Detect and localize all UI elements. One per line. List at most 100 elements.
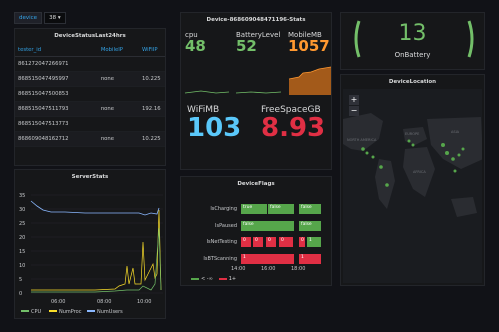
map-marker[interactable] xyxy=(361,147,365,151)
map-marker[interactable] xyxy=(371,155,375,159)
europe-shape xyxy=(403,127,427,145)
legend-label[interactable]: NumUsers xyxy=(97,309,123,315)
battery-stat: BatteryLevel 52 xyxy=(236,31,280,54)
flag-cell: 0 xyxy=(279,237,293,247)
device-status-panel: DeviceStatusLast24hrs tester_id MobileIP… xyxy=(14,28,166,166)
stats-sparklines xyxy=(184,66,331,95)
flag-cell: false xyxy=(299,204,321,214)
x-tick: 06:00 xyxy=(51,299,65,305)
battery-sparkline xyxy=(235,91,282,94)
map-shapes: NORTH AMERICA EUROPE AFRICA ASIA xyxy=(343,113,482,217)
table-cell: 10.225 xyxy=(139,71,165,87)
flag-cell: 0 xyxy=(266,237,276,247)
panel-title: DeviceFlags xyxy=(237,181,275,187)
column-header[interactable]: tester_id xyxy=(15,44,98,57)
mobile-sparkline xyxy=(289,67,331,95)
south-america-shape xyxy=(375,159,395,209)
map-marker[interactable] xyxy=(379,165,383,169)
table-row: 861272047266971 xyxy=(15,56,165,72)
legend-label[interactable]: CPU xyxy=(31,309,42,315)
table-cell xyxy=(139,56,165,72)
table-row: 868515047495997 none 10.225 xyxy=(15,71,165,87)
server-stats-panel: ServerStats 35 30 25 20 15 10 5 0 06:00 … xyxy=(14,169,166,319)
legend-label[interactable]: 1+ xyxy=(229,276,236,282)
device-location-panel: DeviceLocation NORTH AMERICA EUROPE AFRI… xyxy=(340,74,485,286)
y-tick: 30 xyxy=(19,207,25,213)
table-cell: 861272047266971 xyxy=(15,56,98,72)
panel-title: ServerStats xyxy=(71,174,109,180)
flag-label: IsBTScanning xyxy=(203,256,237,262)
device-stats-panel: Device-868609048471196-Stats cpu 48 Batt… xyxy=(180,12,332,170)
map-marker[interactable] xyxy=(445,151,449,155)
x-tick: 08:00 xyxy=(97,299,111,305)
table-cell xyxy=(97,86,140,102)
panel-title: DeviceStatusLast24hrs xyxy=(54,33,126,39)
map-marker[interactable] xyxy=(451,157,455,161)
map-marker[interactable] xyxy=(407,139,411,143)
flag-cell: true xyxy=(241,204,267,214)
table-cell: none xyxy=(97,101,140,117)
map-marker[interactable] xyxy=(411,143,415,147)
table-row: 868515047500853 xyxy=(15,86,165,102)
x-tick: 10:00 xyxy=(137,299,151,305)
y-tick: 10 xyxy=(19,263,25,269)
flag-label: IsNetTesting xyxy=(206,239,237,245)
map-marker[interactable] xyxy=(365,151,369,155)
cpu-line xyxy=(31,227,162,293)
stat-value: 48 xyxy=(185,37,206,55)
flag-cell: 1 xyxy=(307,237,321,247)
table-row: 868609048162712 none 10.225 xyxy=(15,131,165,147)
map-marker[interactable] xyxy=(441,143,445,147)
numproc-line xyxy=(31,209,162,291)
asia-shape xyxy=(427,117,482,169)
on-battery-value: 13 xyxy=(398,21,427,46)
stat-value: 103 xyxy=(187,113,242,143)
wifi-stat: WiFiMB 103 xyxy=(187,105,241,141)
zoom-in-button[interactable]: + xyxy=(349,95,359,105)
world-map[interactable]: NORTH AMERICA EUROPE AFRICA ASIA + − xyxy=(343,89,482,283)
flag-cell: false xyxy=(299,221,321,231)
cpu-sparkline xyxy=(184,90,230,94)
y-tick: 15 xyxy=(19,249,25,255)
legend-swatch-green xyxy=(191,278,199,280)
legend-label[interactable]: NumProc xyxy=(59,309,82,315)
table-cell: none xyxy=(97,71,140,87)
flag-cell: 1 xyxy=(299,254,321,264)
on-battery-panel: 13 OnBattery xyxy=(340,12,485,70)
map-marker[interactable] xyxy=(461,147,465,151)
map-marker[interactable] xyxy=(457,153,461,157)
zoom-out-button[interactable]: − xyxy=(349,106,359,116)
map-label: NORTH AMERICA xyxy=(347,138,377,142)
variable-bar: device 38 ▾ xyxy=(14,12,66,24)
table-cell: none xyxy=(97,131,140,147)
map-marker[interactable] xyxy=(385,183,389,187)
device-select[interactable]: 38 ▾ xyxy=(44,12,66,24)
map-label: EUROPE xyxy=(405,132,419,136)
variable-label: device xyxy=(14,12,43,24)
table-cell xyxy=(139,86,165,102)
legend-swatch-red xyxy=(218,278,227,280)
stat-value: 1057 xyxy=(288,37,330,55)
flag-cell: 0 xyxy=(299,237,305,247)
table-cell: 868515047513773 xyxy=(15,116,98,132)
y-tick: 5 xyxy=(19,277,22,283)
map-label: AFRICA xyxy=(413,170,426,174)
table-cell: 868515047511793 xyxy=(15,101,98,117)
map-marker[interactable] xyxy=(453,169,457,173)
table-cell xyxy=(97,116,140,132)
y-tick: 0 xyxy=(19,291,22,297)
legend-label[interactable]: < -∞ xyxy=(201,276,213,282)
column-header[interactable]: WiFiIP xyxy=(139,44,165,57)
table-cell: 868515047495997 xyxy=(15,71,98,87)
free-space-stat: FreeSpaceGB 8.93 xyxy=(261,105,325,141)
table-cell xyxy=(97,56,140,72)
y-tick: 25 xyxy=(19,221,25,227)
server-stats-chart: 35 30 25 20 15 10 5 0 06:00 08:00 10:00 xyxy=(19,193,163,315)
mobile-stat: MobileMB 1057 xyxy=(288,31,330,54)
north-america-shape xyxy=(343,113,383,151)
table-cell: 192.16 xyxy=(139,101,165,117)
column-header[interactable]: MobileIP xyxy=(97,44,140,57)
on-battery-label: OnBattery xyxy=(394,51,431,59)
table-cell xyxy=(139,116,165,132)
map-label: ASIA xyxy=(451,130,460,134)
